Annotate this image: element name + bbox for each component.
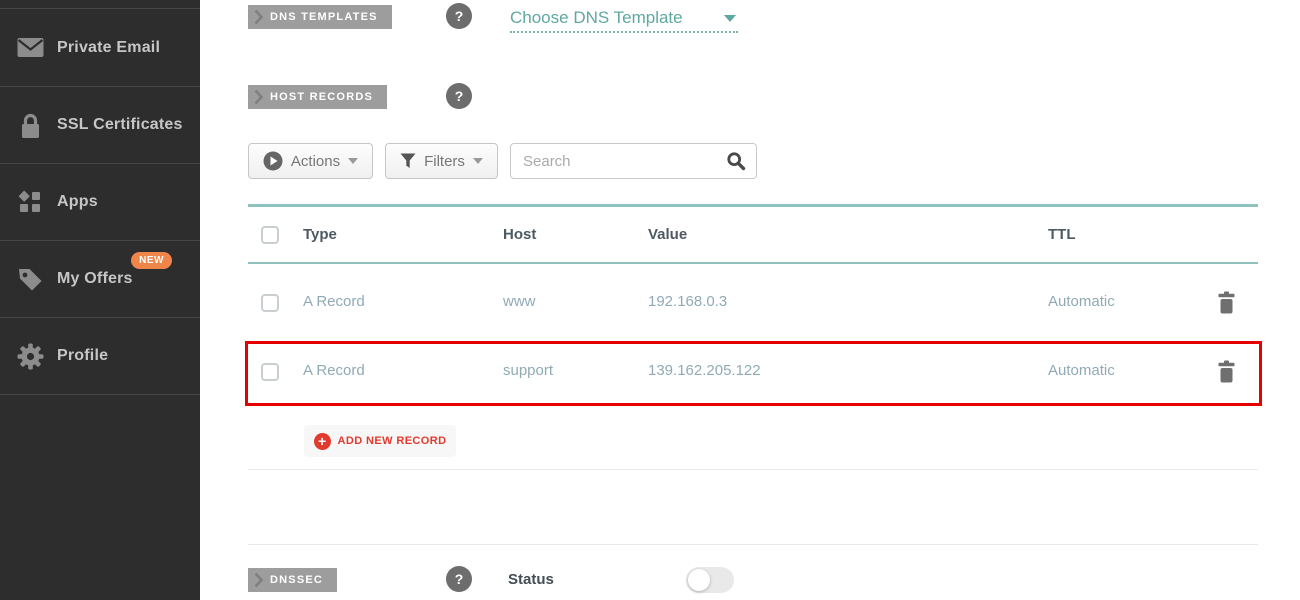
filters-button[interactable]: Filters bbox=[385, 143, 498, 179]
sidebar-item-apps[interactable]: Apps bbox=[0, 164, 200, 241]
section-divider bbox=[248, 469, 1258, 470]
cell-value: 139.162.205.122 bbox=[648, 361, 761, 381]
choose-dns-template-dropdown[interactable]: Choose DNS Template bbox=[510, 6, 738, 33]
chevron-right-icon bbox=[254, 9, 264, 25]
add-new-record-label: ADD NEW RECORD bbox=[338, 435, 447, 447]
chevron-down-icon bbox=[473, 158, 483, 164]
actions-button[interactable]: Actions bbox=[248, 143, 373, 179]
dnssec-help-icon[interactable]: ? bbox=[446, 566, 472, 592]
envelope-icon bbox=[16, 34, 44, 62]
sidebar-item-label: Profile bbox=[57, 347, 108, 365]
search-input[interactable] bbox=[510, 143, 757, 179]
question-glyph: ? bbox=[455, 8, 464, 24]
sidebar-item-label: My Offers bbox=[57, 270, 133, 288]
cell-type: A Record bbox=[303, 292, 365, 312]
sidebar-item-private-email[interactable]: Private Email bbox=[0, 8, 200, 87]
apps-grid-icon bbox=[16, 188, 44, 216]
dns-templates-help-icon[interactable]: ? bbox=[446, 3, 472, 29]
column-header-value: Value bbox=[648, 224, 687, 246]
sidebar-item-ssl-certificates[interactable]: SSL Certificates bbox=[0, 87, 200, 164]
sidebar-item-label: Apps bbox=[57, 193, 98, 211]
question-glyph: ? bbox=[455, 88, 464, 104]
question-glyph: ? bbox=[455, 571, 464, 587]
table-top-border bbox=[248, 204, 1258, 207]
gear-icon bbox=[16, 342, 44, 370]
lock-icon bbox=[16, 111, 44, 139]
host-records-help-icon[interactable]: ? bbox=[446, 83, 472, 109]
table-header-border bbox=[248, 262, 1258, 264]
plus-glyph: + bbox=[318, 434, 326, 449]
add-new-record-button[interactable]: + ADD NEW RECORD bbox=[304, 425, 456, 457]
column-header-ttl: TTL bbox=[1048, 224, 1076, 246]
cell-ttl: Automatic bbox=[1048, 292, 1115, 312]
host-records-section-badge: HOST RECORDS bbox=[248, 85, 387, 109]
filter-funnel-icon bbox=[400, 153, 416, 169]
toggle-knob bbox=[688, 569, 710, 591]
search-icon[interactable] bbox=[726, 151, 746, 171]
actions-label: Actions bbox=[291, 153, 340, 170]
new-badge: NEW bbox=[131, 252, 172, 269]
dnssec-toggle[interactable] bbox=[686, 567, 734, 593]
trash-icon[interactable] bbox=[1217, 360, 1236, 383]
column-header-type: Type bbox=[303, 224, 337, 246]
select-all-checkbox[interactable] bbox=[261, 226, 279, 244]
chevron-down-icon bbox=[724, 15, 736, 22]
filters-label: Filters bbox=[424, 153, 465, 170]
sidebar: Private Email SSL Certificates Apps bbox=[0, 0, 200, 600]
sidebar-item-profile[interactable]: Profile bbox=[0, 318, 200, 395]
dnssec-section-badge: DNSSEC bbox=[248, 568, 337, 592]
section-label: DNS TEMPLATES bbox=[270, 11, 378, 23]
tag-icon bbox=[16, 265, 44, 293]
plus-circle-icon: + bbox=[314, 433, 331, 450]
column-header-host: Host bbox=[503, 224, 536, 246]
section-label: DNSSEC bbox=[270, 574, 323, 586]
chevron-down-icon bbox=[348, 158, 358, 164]
dns-templates-section-badge: DNS TEMPLATES bbox=[248, 5, 392, 29]
sidebar-item-label: Private Email bbox=[57, 39, 160, 57]
trash-icon[interactable] bbox=[1217, 291, 1236, 314]
dnssec-status-label: Status bbox=[508, 571, 554, 588]
dropdown-label: Choose DNS Template bbox=[510, 8, 683, 27]
sidebar-item-my-offers[interactable]: My Offers NEW bbox=[0, 241, 200, 318]
cell-host: www bbox=[503, 292, 536, 312]
chevron-right-icon bbox=[254, 572, 264, 588]
row-checkbox[interactable] bbox=[261, 363, 279, 381]
play-circle-icon bbox=[263, 151, 283, 171]
sidebar-item-label: SSL Certificates bbox=[57, 116, 183, 134]
section-label: HOST RECORDS bbox=[270, 91, 373, 103]
chevron-right-icon bbox=[254, 89, 264, 105]
row-checkbox[interactable] bbox=[261, 294, 279, 312]
search-box bbox=[510, 143, 757, 179]
cell-host: support bbox=[503, 361, 553, 381]
section-divider bbox=[248, 544, 1258, 545]
cell-ttl: Automatic bbox=[1048, 361, 1115, 381]
cell-value: 192.168.0.3 bbox=[648, 292, 727, 312]
cell-type: A Record bbox=[303, 361, 365, 381]
